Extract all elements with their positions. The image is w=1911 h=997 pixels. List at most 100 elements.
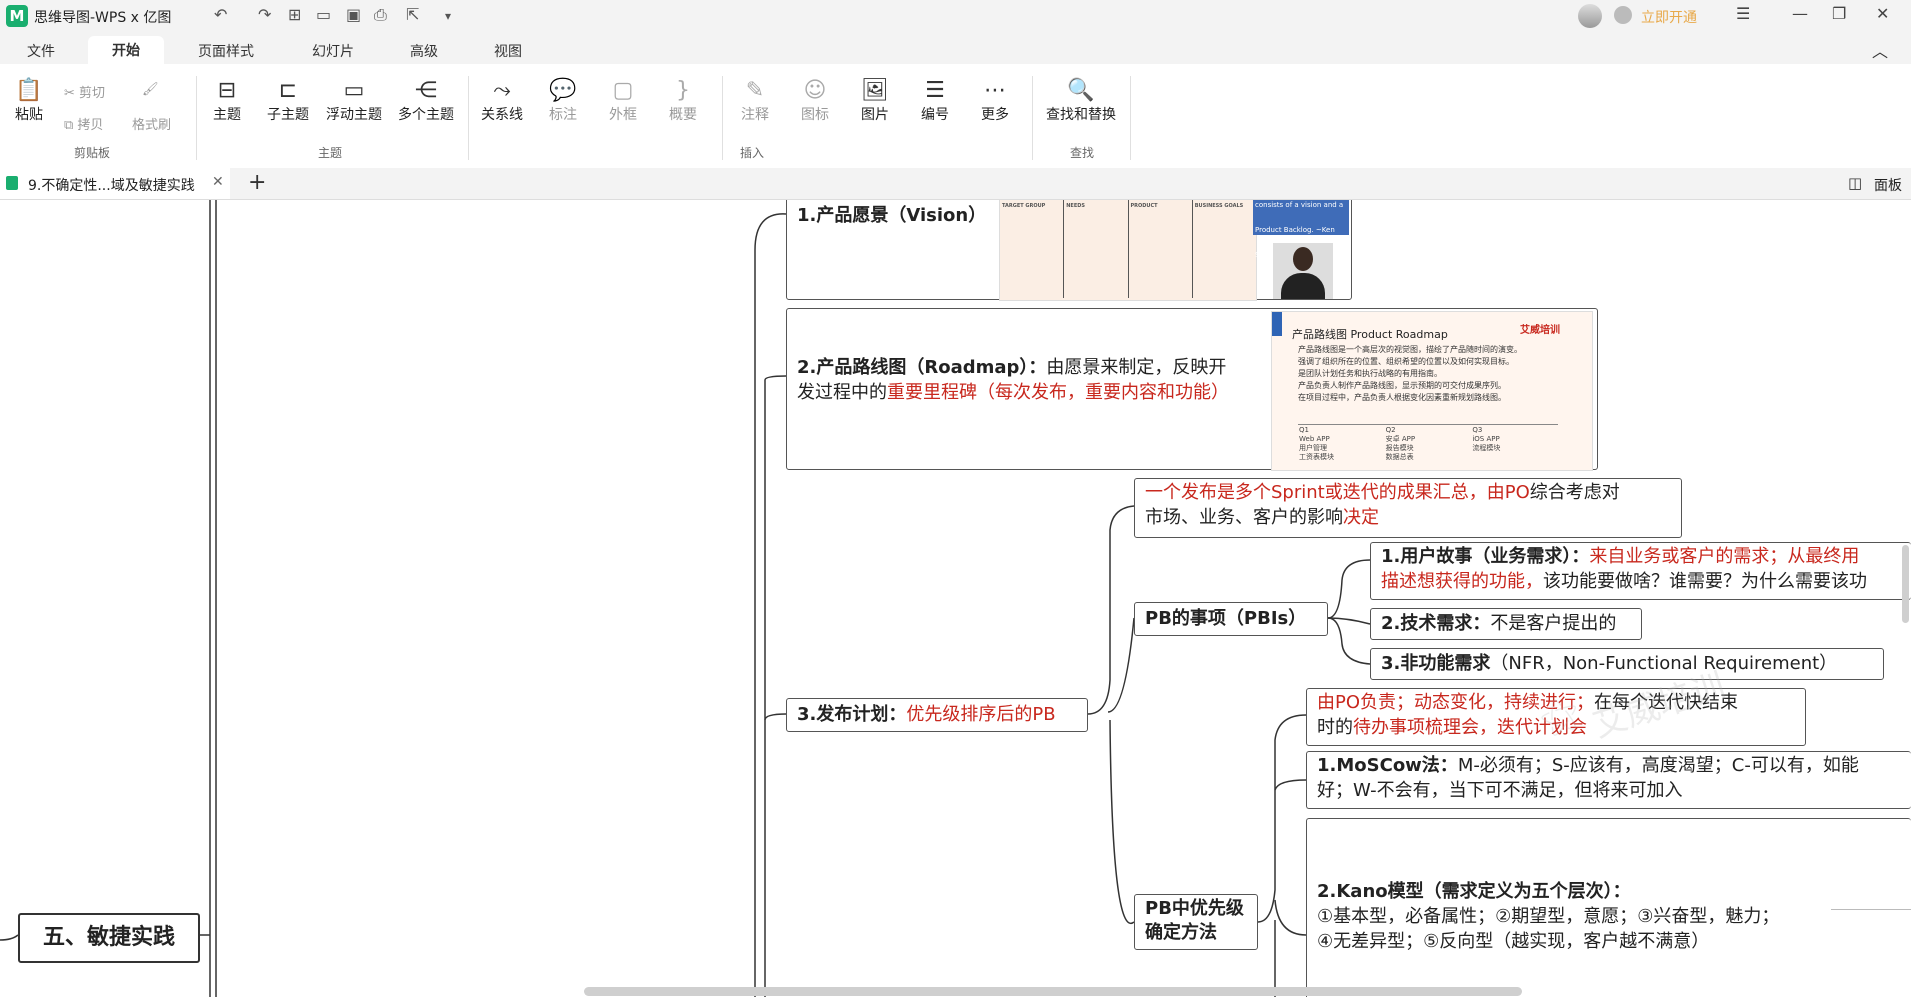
mindmap-canvas[interactable]: 五、敏捷实践 1.产品愿景（Vision） TARGET GROUP NEEDS… xyxy=(0,200,1911,997)
release-plan-node[interactable]: 3.发布计划：优先级排序后的PB xyxy=(786,698,1088,732)
tab-view[interactable]: 视图 xyxy=(494,41,522,61)
tab-start[interactable]: 开始 xyxy=(88,36,164,64)
numbering-label: 编号 xyxy=(921,107,949,123)
pbi-nfr-node[interactable]: 3.非功能需求（NFR，Non-Functional Requirement） xyxy=(1370,648,1884,680)
root-node[interactable]: 五、敏捷实践 xyxy=(18,913,200,963)
subtopic-button[interactable]: ⊏ 子主题 xyxy=(264,78,312,124)
roadmap-bullet: 产品路线图是一个高层次的视觉图，描绘了产品随时间的演变。 xyxy=(1298,345,1522,354)
vision-col-head: PRODUCT xyxy=(1130,203,1158,209)
separator xyxy=(1032,76,1033,160)
redo-icon[interactable]: ↷ xyxy=(258,5,271,24)
note-button[interactable]: ✎ 注释 xyxy=(738,78,772,124)
save-icon[interactable]: ▣ xyxy=(346,5,361,24)
document-tab-bar: 9.不确定性...域及敏捷实践 ✕ + ◫ 面板 xyxy=(0,168,1911,200)
numbering-button[interactable]: ☰ 编号 xyxy=(918,78,952,124)
horizontal-scrollbar[interactable] xyxy=(584,987,1522,996)
roadmap-image: 产品路线图 Product Roadmap 艾威培训 产品路线图是一个高层次的视… xyxy=(1271,311,1593,471)
vertical-scrollbar[interactable] xyxy=(1902,545,1909,623)
comment-icon: 💬 xyxy=(549,78,577,103)
close-icon[interactable]: ✕ xyxy=(1876,4,1889,23)
priority-node[interactable]: PB中优先级确定方法 xyxy=(1134,894,1258,950)
export-icon[interactable]: ⇱ xyxy=(406,5,419,24)
separator xyxy=(196,76,197,160)
floating-topic-label: 浮动主题 xyxy=(326,107,382,123)
kano-node[interactable]: 2.Kano模型（需求定义为五个层次）： ①基本型，必备属性；②期望型，意愿；③… xyxy=(1306,818,1911,997)
add-tab-icon[interactable]: + xyxy=(248,170,266,195)
moscow-node[interactable]: 1.MoSCow法：M-必须有；S-应该有，高度渴望；C-可以有，如能 好；W-… xyxy=(1306,751,1911,809)
print-icon[interactable]: ⎙ xyxy=(374,5,387,25)
pbi-user-story-node[interactable]: 1.用户故事（业务需求）：来自业务或客户的需求；从最终用 描述想获得的功能，该功… xyxy=(1370,542,1911,600)
find-replace-button[interactable]: 🔍 查找和替换 xyxy=(1042,78,1120,124)
multi-topic-label: 多个主题 xyxy=(398,107,454,123)
release-plan-red: 优先级排序后的PB xyxy=(906,704,1056,725)
roadmap-text-2: 发过程中的 xyxy=(797,382,887,403)
outer-frame-button[interactable]: ▢ 外框 xyxy=(606,78,640,124)
tab-slides[interactable]: 幻灯片 xyxy=(312,41,354,61)
pbi-tech-node[interactable]: 2.技术需求：不是客户提出的 xyxy=(1370,608,1642,640)
panel-button[interactable]: 面板 xyxy=(1874,175,1902,195)
multi-topic-button[interactable]: ⋲ 多个主题 xyxy=(394,78,458,124)
panel-icon[interactable]: ◫ xyxy=(1848,174,1862,192)
image-button[interactable]: 🖼 图片 xyxy=(858,78,892,124)
copy-button[interactable]: ⧉ 拷贝 xyxy=(64,114,103,133)
roadmap-image-bullets: 产品路线图是一个高层次的视觉图，描绘了产品随时间的演变。 强调了组织所在的位置、… xyxy=(1298,344,1588,404)
group-insert: 插入 xyxy=(740,146,765,160)
smiley-icon: ☺ xyxy=(803,78,827,103)
label-label: 标注 xyxy=(549,107,577,123)
scissors-icon: ✂ xyxy=(64,86,80,101)
menu-icon[interactable]: ☰ xyxy=(1736,4,1750,23)
moscow-title: 1.MoSCow法： xyxy=(1317,755,1458,776)
vip-button[interactable]: 立即开通 xyxy=(1641,7,1697,27)
document-tab[interactable]: 9.不确定性...域及敏捷实践 ✕ xyxy=(0,168,230,199)
roadmap-cell: 流程模块 xyxy=(1472,444,1501,452)
ribbon: 📋 粘贴 ✂ 剪切 🖌 ⧉ 拷贝 格式刷 剪贴板 ⊟ 主题 ⊏ 子主题 ▭ 浮动主题 ⋲… xyxy=(0,64,1911,169)
open-folder-icon[interactable]: ▭ xyxy=(316,5,331,24)
tab-file[interactable]: 文件 xyxy=(27,41,55,61)
avatar[interactable] xyxy=(1578,4,1602,28)
vision-node[interactable]: 1.产品愿景（Vision） TARGET GROUP NEEDS PRODUC… xyxy=(786,200,1352,301)
topic-button[interactable]: ⊟ 主题 xyxy=(210,78,244,124)
close-tab-icon[interactable]: ✕ xyxy=(212,174,224,190)
paste-button[interactable]: 📋 粘贴 xyxy=(12,78,46,124)
tab-page-style[interactable]: 页面样式 xyxy=(198,41,254,61)
roadmap-red-text: 重要里程碑（每次发布，重要内容和功能） xyxy=(887,382,1229,403)
group-clipboard: 剪贴板 xyxy=(74,146,111,160)
summary-button[interactable]: } 概要 xyxy=(666,78,700,124)
release-desc-2: 市场、业务、客户的影响 xyxy=(1145,507,1343,528)
label-button[interactable]: 💬 标注 xyxy=(546,78,580,124)
tab-advanced[interactable]: 高级 xyxy=(410,41,438,61)
collapse-ribbon-icon[interactable]: ︿ xyxy=(1872,38,1888,62)
icon-button[interactable]: ☺ 图标 xyxy=(798,78,832,124)
format-painter-icon[interactable]: 🖌 xyxy=(142,82,159,97)
roadmap-col: Q1 Web APP 用户管理 工资表模块 xyxy=(1298,425,1385,463)
kano-text-2: ④无差异型；⑤反向型（越实现，客户越不满意） xyxy=(1317,931,1710,952)
minimize-icon[interactable]: — xyxy=(1792,4,1808,23)
icon-label: 图标 xyxy=(801,107,829,123)
floating-topic-button[interactable]: ▭ 浮动主题 xyxy=(322,78,386,124)
roadmap-col: Q3 iOS APP 流程模块 xyxy=(1471,425,1558,463)
cut-button[interactable]: ✂ 剪切 xyxy=(64,82,105,101)
app-logo-icon: M xyxy=(6,5,28,27)
format-painter-button[interactable]: 格式刷 xyxy=(132,114,171,133)
pbi-node[interactable]: PB的事项（PBIs） xyxy=(1134,602,1328,636)
pbi-nfr-text: （NFR，Non-Functional Requirement） xyxy=(1490,653,1838,674)
new-icon[interactable]: ⊞ xyxy=(288,5,301,24)
roadmap-bullet: 是团队计划任务和执行战略的有用指南。 xyxy=(1298,369,1442,378)
roadmap-cell: 数据总表 xyxy=(1385,453,1414,461)
customize-toolbar-icon[interactable]: ▾ xyxy=(445,9,451,23)
pbi-user-story-red: 来自业务或客户的需求；从最终用 xyxy=(1589,546,1860,567)
pbi-nfr-title: 3.非功能需求 xyxy=(1381,653,1491,674)
roadmap-title: 2.产品路线图（Roadmap）： xyxy=(797,357,1047,378)
restore-icon[interactable]: ❐ xyxy=(1832,4,1846,23)
vision-quote: consists of a vision and a Product Backl… xyxy=(1253,200,1349,259)
roadmap-col-head: Q3 xyxy=(1472,426,1483,434)
release-desc-node[interactable]: 一个发布是多个Sprint或迭代的成果汇总，由PO综合考虑对 市场、业务、客户的… xyxy=(1134,478,1682,538)
relation-line-button[interactable]: ⤳ 关系线 xyxy=(478,78,526,124)
pbi-user-story-text: 该功能要做啥？谁需要？为什么需要该功 xyxy=(1543,571,1867,592)
roadmap-node[interactable]: 2.产品路线图（Roadmap）：由愿景来制定，反映开 发过程中的重要里程碑（每… xyxy=(786,308,1598,471)
frame-icon: ▢ xyxy=(612,78,634,103)
undo-icon[interactable]: ↶ xyxy=(214,5,227,24)
pen-icon: ✎ xyxy=(745,78,765,103)
more-icon: ⋯ xyxy=(984,78,1006,103)
more-button[interactable]: ⋯ 更多 xyxy=(978,78,1012,124)
